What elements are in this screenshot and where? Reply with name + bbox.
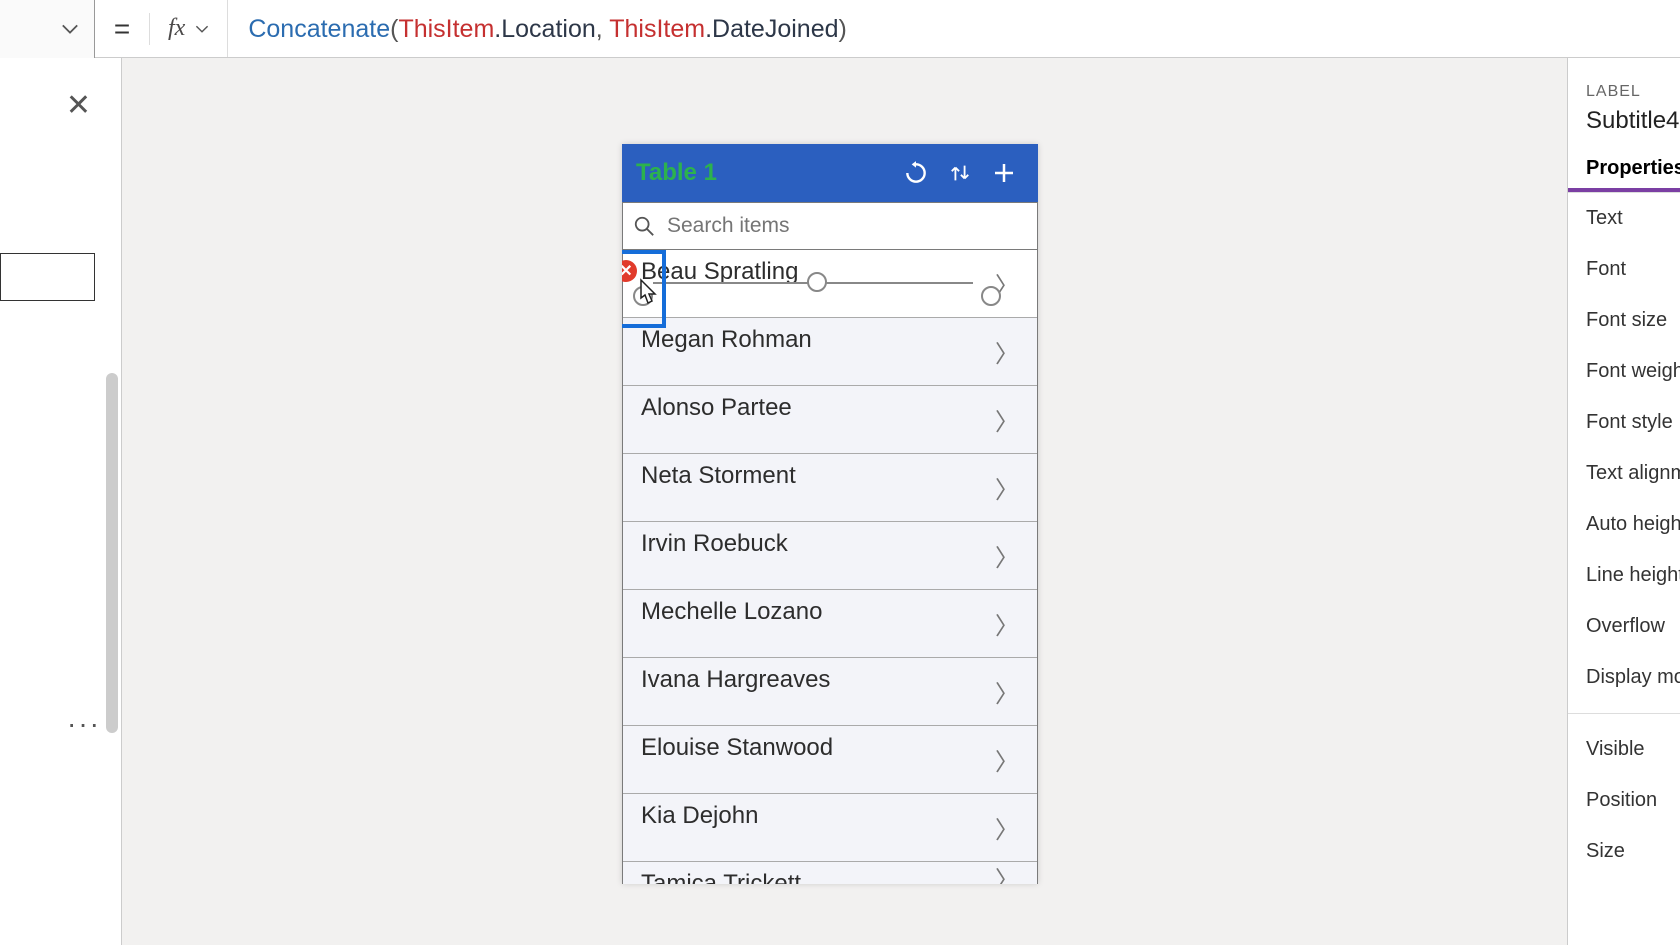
token-function: Concatenate <box>248 15 390 43</box>
properties-tabs: Properties <box>1568 149 1680 193</box>
chevron-down-icon <box>61 23 79 35</box>
chevron-right-icon[interactable]: 〉 <box>995 538 1019 573</box>
fx-button[interactable]: fx <box>150 0 228 57</box>
property-row[interactable]: Overflow <box>1568 601 1680 652</box>
property-row[interactable]: Line height <box>1568 550 1680 601</box>
equals-sign: = <box>95 13 150 45</box>
list-item[interactable]: Mechelle Lozano 〉 <box>623 590 1037 658</box>
item-title: Ivana Hargreaves <box>641 666 995 694</box>
property-row[interactable]: Font weight <box>1568 346 1680 397</box>
property-row[interactable]: Auto height <box>1568 499 1680 550</box>
list-item[interactable]: Elouise Stanwood 〉 <box>623 726 1037 794</box>
app-preview: Table 1 Beau Spratling 〉 ✕ <box>622 144 1038 884</box>
item-title: Megan Rohman <box>641 326 995 354</box>
item-title: Mechelle Lozano <box>641 598 995 626</box>
chevron-right-icon[interactable]: 〉 <box>995 860 1019 885</box>
chevron-right-icon[interactable]: 〉 <box>995 402 1019 437</box>
control-name[interactable]: Subtitle4 <box>1568 101 1680 135</box>
chevron-down-icon <box>195 24 209 34</box>
scrollbar-thumb[interactable] <box>106 373 118 733</box>
resize-handle[interactable] <box>807 272 827 292</box>
control-type-label: LABEL <box>1568 83 1680 101</box>
property-row[interactable]: Text <box>1568 193 1680 244</box>
property-row[interactable]: Size <box>1568 826 1680 877</box>
tab-properties[interactable]: Properties <box>1568 149 1680 192</box>
selection-track <box>653 282 808 284</box>
list-item[interactable]: Ivana Hargreaves 〉 <box>623 658 1037 726</box>
property-row[interactable]: Font size <box>1568 295 1680 346</box>
left-panel: ✕ ··· <box>0 58 122 945</box>
chevron-right-icon[interactable]: 〉 <box>995 674 1019 709</box>
properties-panel: LABEL Subtitle4 Properties Text Font Fon… <box>1567 58 1680 945</box>
property-row[interactable]: Visible <box>1568 724 1680 775</box>
design-canvas[interactable]: Table 1 Beau Spratling 〉 ✕ <box>122 58 1567 945</box>
list-item[interactable]: Irvin Roebuck 〉 <box>623 522 1037 590</box>
list-item[interactable]: Tamica Trickett 〉 <box>623 862 1037 884</box>
item-title: Irvin Roebuck <box>641 530 995 558</box>
list-item[interactable]: Neta Storment 〉 <box>623 454 1037 522</box>
more-menu-icon[interactable]: ··· <box>67 708 101 740</box>
chevron-right-icon[interactable]: 〉 <box>995 810 1019 845</box>
list-item[interactable]: Megan Rohman 〉 <box>623 318 1037 386</box>
selection-track <box>823 282 973 284</box>
chevron-right-icon[interactable]: 〉 <box>995 606 1019 641</box>
resize-handle[interactable] <box>981 286 1001 306</box>
property-row[interactable]: Font style <box>1568 397 1680 448</box>
app-title: Table 1 <box>636 159 892 187</box>
token-thisitem: ThisItem <box>398 15 494 43</box>
item-title: Elouise Stanwood <box>641 734 995 762</box>
chevron-right-icon[interactable]: 〉 <box>995 470 1019 505</box>
property-dropdown[interactable] <box>0 0 95 58</box>
search-box[interactable] <box>622 202 1038 250</box>
formula-input[interactable]: Concatenate(ThisItem.Location, ThisItem.… <box>228 14 847 44</box>
search-icon <box>633 215 655 237</box>
divider <box>1568 713 1680 714</box>
list-item[interactable]: Alonso Partee 〉 <box>623 386 1037 454</box>
close-icon[interactable]: ✕ <box>66 88 91 123</box>
item-title: Neta Storment <box>641 462 995 490</box>
app-header: Table 1 <box>622 144 1038 202</box>
refresh-icon[interactable] <box>896 153 936 193</box>
gallery-list: Beau Spratling 〉 ✕ Megan Rohman 〉 Alonso… <box>622 250 1038 884</box>
list-item[interactable]: Kia Dejohn 〉 <box>623 794 1037 862</box>
property-row[interactable]: Position <box>1568 775 1680 826</box>
add-icon[interactable] <box>984 153 1024 193</box>
token-property: .DateJoined <box>705 15 838 43</box>
item-title: Tamica Trickett <box>641 870 995 884</box>
property-row[interactable]: Display mode <box>1568 652 1680 703</box>
search-input[interactable] <box>667 214 1027 238</box>
token-thisitem: ThisItem <box>609 15 705 43</box>
property-row[interactable]: Text alignment <box>1568 448 1680 499</box>
chevron-right-icon[interactable]: 〉 <box>995 742 1019 777</box>
left-input-field[interactable] <box>0 253 95 301</box>
formula-bar: = fx Concatenate(ThisItem.Location, This… <box>0 0 1680 58</box>
fx-icon: fx <box>168 15 185 42</box>
item-title: Alonso Partee <box>641 394 995 422</box>
item-title: Kia Dejohn <box>641 802 995 830</box>
list-item[interactable]: Beau Spratling 〉 ✕ <box>623 250 1037 318</box>
property-row[interactable]: Font <box>1568 244 1680 295</box>
token-property: .Location <box>494 15 595 43</box>
chevron-right-icon[interactable]: 〉 <box>995 334 1019 369</box>
sort-icon[interactable] <box>940 153 980 193</box>
